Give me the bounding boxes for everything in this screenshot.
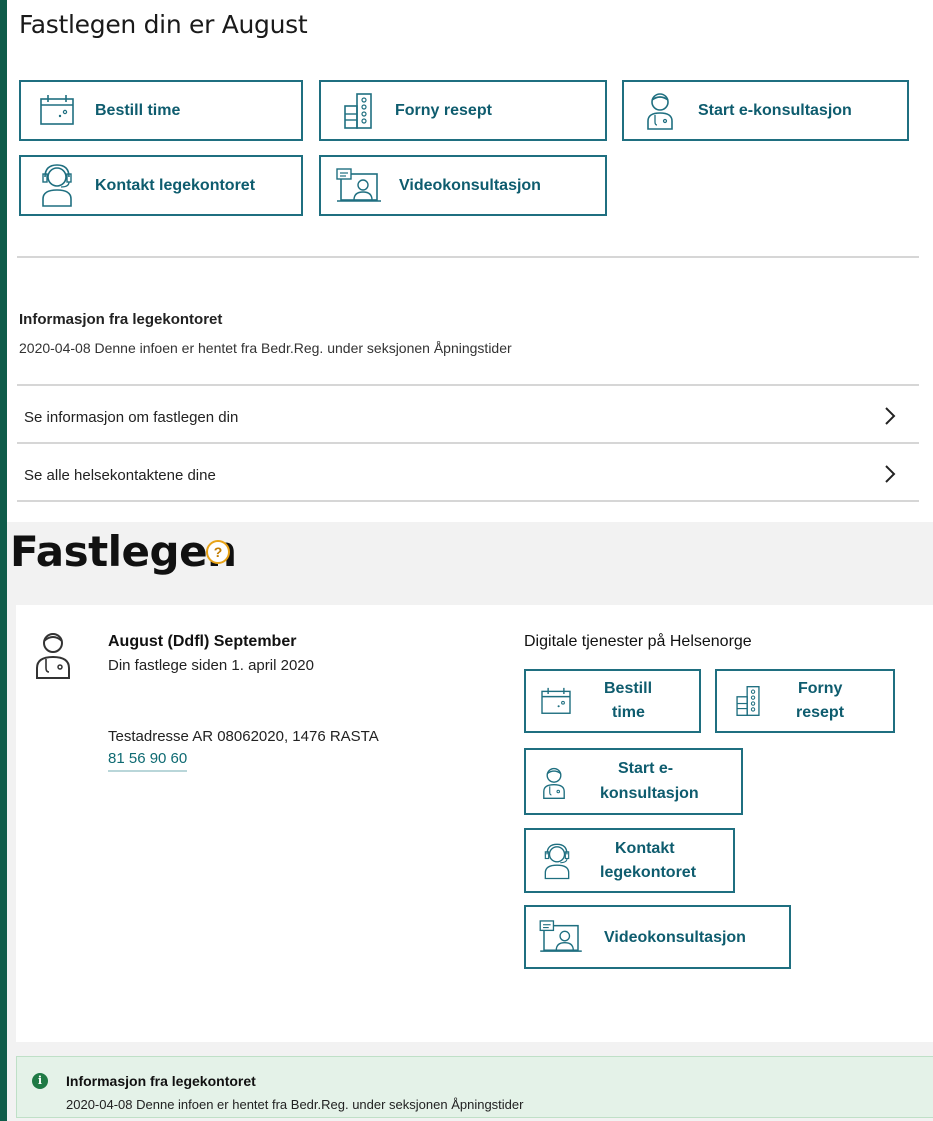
help-icon[interactable]: ? (206, 540, 230, 564)
video-consultation-button[interactable]: Videokonsultasjon (319, 155, 607, 216)
contact-office-button[interactable]: Kontakt legekontoret (19, 155, 303, 216)
doctor-icon (36, 633, 70, 679)
book-appointment-button[interactable]: Bestill time (524, 669, 701, 733)
book-appointment-label-line2: time (612, 704, 645, 721)
notice-heading: Informasjon fra legekontoret (66, 1073, 256, 1089)
pill-box-icon (736, 686, 760, 716)
pill-box-icon (344, 93, 372, 129)
start-e-consultation-button[interactable]: Start e-konsultasjon (622, 80, 909, 141)
book-appointment-button[interactable]: Bestill time (19, 80, 303, 141)
link-doctor-info[interactable]: Se informasjon om fastlegen din (17, 386, 917, 442)
start-e-consultation-button[interactable]: Start e- konsultasjon (524, 748, 743, 815)
doctor-card: August (Ddfl) September Din fastlege sid… (16, 605, 933, 1042)
start-e-consultation-label-line2: konsultasjon (600, 785, 699, 802)
video-chat-icon (539, 920, 582, 952)
left-accent-bar (0, 0, 7, 1121)
renew-prescription-label-line1: Forny (798, 680, 843, 697)
info-icon: i (32, 1073, 48, 1089)
doctor-phone-link[interactable]: 81 56 90 60 (108, 750, 188, 772)
contact-office-label-line1: Kontakt (615, 840, 675, 857)
renew-prescription-label: Forny resept (395, 102, 492, 119)
page-title: Fastlegen din er August (19, 10, 308, 39)
video-consultation-label: Videokonsultasjon (399, 177, 541, 194)
divider (17, 500, 919, 502)
link-health-contacts-label: Se alle helsekontaktene dine (24, 467, 216, 484)
contact-office-label-line2: legekontoret (600, 864, 697, 881)
headset-icon (42, 164, 72, 207)
office-info-heading: Informasjon fra legekontoret (19, 311, 223, 328)
doctor-address: Testadresse AR 08062020, 1476 RASTA (108, 728, 379, 745)
video-consultation-label: Videokonsultasjon (604, 929, 746, 946)
link-health-contacts[interactable]: Se alle helsekontaktene dine (17, 444, 917, 500)
divider (17, 256, 919, 258)
top-section: Fastlegen din er August Bestill time For… (7, 0, 933, 522)
doctor-since: Din fastlege siden 1. april 2020 (108, 657, 314, 674)
chevron-right-icon (885, 407, 896, 425)
notice-text: 2020-04-08 Denne infoen er hentet fra Be… (66, 1097, 524, 1112)
office-info-text: 2020-04-08 Denne infoen er hentet fra Be… (19, 340, 512, 356)
office-info-notice: i Informasjon fra legekontoret 2020-04-0… (16, 1056, 933, 1118)
link-doctor-info-label: Se informasjon om fastlegen din (24, 409, 239, 426)
start-e-consultation-label-line1: Start e- (618, 760, 674, 777)
calendar-icon (541, 687, 571, 714)
video-consultation-button[interactable]: Videokonsultasjon (524, 905, 791, 969)
start-e-consultation-label: Start e-konsultasjon (698, 102, 852, 119)
video-chat-icon (336, 168, 381, 202)
doctor-icon (647, 93, 673, 130)
renew-prescription-button[interactable]: Forny resept (319, 80, 607, 141)
fastlegen-section: Fastlegen ? August (Ddfl) September Din … (7, 522, 933, 1121)
headset-icon (544, 843, 570, 880)
doctor-icon (543, 767, 565, 799)
digital-services-heading: Digitale tjenester på Helsenorge (524, 633, 752, 650)
book-appointment-label-line1: Bestill (604, 680, 653, 697)
renew-prescription-label-line2: resept (796, 704, 845, 721)
calendar-icon (40, 95, 74, 125)
chevron-right-icon (885, 465, 896, 483)
contact-office-button[interactable]: Kontakt legekontoret (524, 828, 735, 893)
contact-office-label: Kontakt legekontoret (95, 177, 256, 194)
renew-prescription-button[interactable]: Forny resept (715, 669, 895, 733)
doctor-name: August (Ddfl) September (108, 633, 297, 650)
section-title: Fastlegen (10, 527, 237, 576)
book-appointment-label: Bestill time (95, 102, 181, 119)
